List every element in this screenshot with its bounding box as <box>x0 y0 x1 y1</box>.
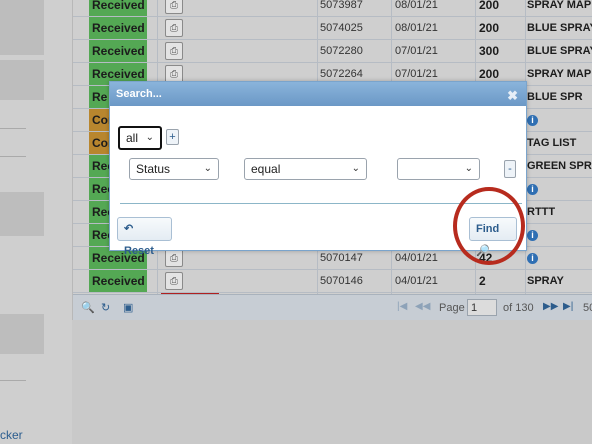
quantity: 2 <box>479 274 486 288</box>
operator-value: equal <box>251 162 281 176</box>
info-icon: i <box>527 178 592 200</box>
sidebar-panel <box>0 60 44 100</box>
divider <box>0 156 26 157</box>
description: RTTT <box>527 206 556 218</box>
print-icon[interactable]: ⎙ <box>165 272 183 290</box>
order-date: 08/01/21 <box>395 22 438 34</box>
description: BLUE SPRAY <box>527 45 592 57</box>
value-select[interactable]: ⌄ <box>397 158 480 180</box>
sidebar-panel <box>0 192 44 236</box>
description: GREEN SPR <box>527 160 592 172</box>
close-icon[interactable]: ✖ <box>507 84 518 108</box>
divider <box>120 203 522 204</box>
chevron-down-icon: ⌄ <box>145 132 154 143</box>
divider <box>0 380 26 381</box>
next-page-icon[interactable]: ▶▶ <box>543 301 558 312</box>
description: BLUE SPRAY <box>527 22 592 34</box>
info-icon: i <box>527 109 592 131</box>
page-count: of 130 <box>503 302 534 314</box>
sidebar: cker <box>0 0 72 444</box>
description: SPRAY MAP <box>527 68 592 80</box>
search-dialog: Search... ✖ all ⌄ + Status ⌄ equal ⌄ ⌄ -… <box>109 81 527 257</box>
info-icon[interactable]: i <box>527 184 538 195</box>
page-label: Page <box>439 302 465 314</box>
order-number: 5072280 <box>320 45 363 57</box>
field-value: Status <box>136 162 171 176</box>
print-icon[interactable]: ⎙ <box>165 0 183 14</box>
remove-rule-button[interactable]: - <box>504 160 516 178</box>
quantity: 200 <box>479 21 500 35</box>
status-badge: Received <box>89 40 147 62</box>
info-icon: i <box>527 247 592 269</box>
print-icon[interactable]: ⎙ <box>165 19 183 37</box>
group-operator-select[interactable]: all ⌄ <box>118 126 162 150</box>
table-row[interactable]: Received ⎙ 5072280 07/01/21 300 BLUE SPRAY <box>73 40 592 63</box>
sidebar-panel <box>0 0 44 55</box>
dialog-title: Search... <box>116 88 162 100</box>
order-date: 08/01/21 <box>395 0 438 11</box>
divider <box>0 128 26 129</box>
info-icon: i <box>527 224 592 246</box>
description: TAG LIST <box>527 137 577 149</box>
chevron-down-icon: ⌄ <box>351 163 360 174</box>
sidebar-link[interactable]: cker <box>0 428 23 442</box>
sidebar-panel <box>0 314 44 354</box>
undo-icon: ↶ <box>124 223 134 235</box>
dialog-titlebar[interactable]: Search... ✖ <box>110 82 526 106</box>
table-row[interactable]: Received ⎙ 5074025 08/01/21 200 BLUE SPRAY <box>73 17 592 40</box>
document-icon[interactable]: ▣ <box>123 301 133 314</box>
status-badge: Received <box>89 17 147 39</box>
prev-page-icon[interactable]: ◀◀ <box>415 301 430 312</box>
print-icon[interactable]: ⎙ <box>165 42 183 60</box>
info-icon[interactable]: i <box>527 115 538 126</box>
field-select[interactable]: Status ⌄ <box>129 158 219 180</box>
chevron-down-icon: ⌄ <box>464 163 473 174</box>
search-icon[interactable]: 🔍 <box>81 301 95 314</box>
last-page-icon[interactable]: ▶| <box>563 301 573 312</box>
order-date: 04/01/21 <box>395 275 438 287</box>
quantity: 300 <box>479 44 500 58</box>
order-number: 5073987 <box>320 0 363 11</box>
first-page-icon[interactable]: |◀ <box>397 301 407 312</box>
operator-select[interactable]: equal ⌄ <box>244 158 367 180</box>
refresh-icon[interactable]: ↻ <box>101 301 110 314</box>
order-number: 5070146 <box>320 275 363 287</box>
order-number: 5074025 <box>320 22 363 34</box>
page-number-input[interactable] <box>467 299 497 316</box>
reset-label: Reset <box>124 245 154 257</box>
search-icon: 🔎 <box>476 245 490 257</box>
add-rule-button[interactable]: + <box>166 129 179 145</box>
chevron-down-icon: ⌄ <box>203 163 212 174</box>
table-row[interactable]: Received ⎙ 5070146 04/01/21 2 SPRAY <box>73 270 592 293</box>
page-size-select[interactable]: 50 <box>583 302 592 314</box>
find-label: Find <box>476 223 500 235</box>
order-date: 07/01/21 <box>395 45 438 57</box>
group-operator-value: all <box>126 131 139 145</box>
info-icon[interactable]: i <box>527 253 538 264</box>
quantity: 200 <box>479 0 500 12</box>
description: SPRAY <box>527 275 564 287</box>
find-button[interactable]: Find 🔎 <box>469 217 517 257</box>
table-row[interactable]: Received ⎙ 5073987 08/01/21 200 SPRAY MAP <box>73 0 592 17</box>
pager: 🔍 ↻ ▣ |◀ ◀◀ Page of 130 ▶▶ ▶| 50 <box>73 294 592 320</box>
print-icon[interactable]: ⎙ <box>165 249 183 267</box>
description: BLUE SPR <box>527 91 583 103</box>
status-badge: Received <box>89 0 147 16</box>
info-icon[interactable]: i <box>527 230 538 241</box>
description: SPRAY MAP <box>527 0 592 11</box>
reset-button[interactable]: ↶ Reset <box>117 217 172 257</box>
status-badge: Received <box>89 270 147 292</box>
